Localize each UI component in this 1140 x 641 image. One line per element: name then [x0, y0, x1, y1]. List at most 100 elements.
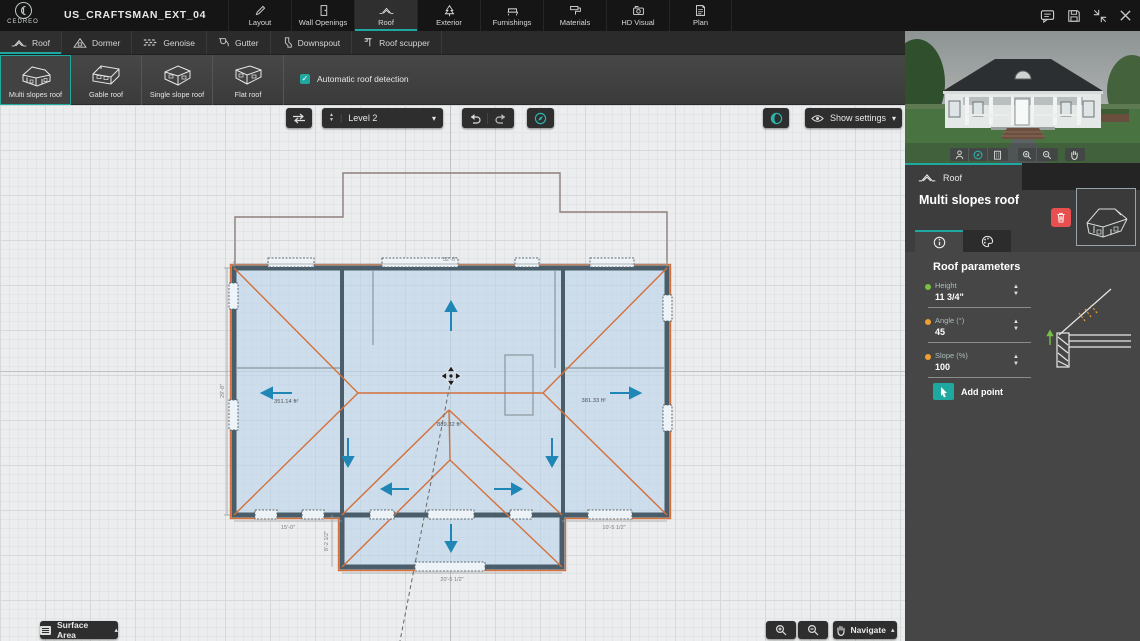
- feedback-icon[interactable]: [1040, 9, 1055, 23]
- tool-tab-label: Roof scupper: [379, 37, 430, 48]
- roof-icon: [11, 38, 27, 48]
- tool-tab-roof[interactable]: Roof: [0, 31, 62, 54]
- level-stepper[interactable]: ▲ ▼: [329, 113, 334, 123]
- window-controls: [1040, 0, 1132, 31]
- tool-tab-genoise[interactable]: Genoise: [132, 31, 207, 54]
- tab-wall-openings[interactable]: Wall Openings: [291, 0, 354, 31]
- paint-roller-icon: [569, 4, 582, 17]
- tab-label: Furnishings: [492, 18, 532, 27]
- angle-underline: [928, 342, 1031, 343]
- tab-hd-visual[interactable]: HD Visual: [606, 0, 669, 31]
- eye-icon: [811, 114, 824, 123]
- plan-canvas[interactable]: 351.14 ft² 889.32 ft² 381.33 ft² 52'-0" …: [0, 105, 905, 641]
- auto-roof-detection-label: Automatic roof detection: [317, 74, 409, 84]
- info-icon: [933, 236, 946, 249]
- height-value[interactable]: 11 3/4": [935, 292, 964, 302]
- tool-tab-gutter[interactable]: Gutter: [207, 31, 271, 54]
- zoom-in-icon[interactable]: [1018, 148, 1037, 161]
- app-logo[interactable]: CEDREO: [0, 0, 46, 31]
- list-icon: [40, 625, 51, 635]
- height-status-dot: [925, 284, 931, 290]
- preview-controls-left: [950, 148, 1008, 161]
- roof-type-flat[interactable]: Flat roof: [213, 55, 284, 105]
- tool-tab-label: Dormer: [91, 37, 121, 48]
- chevron-down-icon: ▾: [431, 113, 436, 123]
- roof-scupper-icon: [363, 37, 374, 48]
- panel-tab-roof[interactable]: Roof: [905, 163, 1022, 190]
- tab-plan[interactable]: Plan: [669, 0, 732, 31]
- auto-roof-detection: ✓ Automatic roof detection: [300, 74, 409, 84]
- zoom-out-button[interactable]: [798, 621, 828, 639]
- zoom-in-button[interactable]: [766, 621, 796, 639]
- roof-type-single-slope[interactable]: Single slope roof: [142, 55, 213, 105]
- surface-area-button[interactable]: Surface Area ▴: [40, 620, 118, 640]
- add-point-button[interactable]: [933, 383, 954, 400]
- subtab-info[interactable]: [915, 230, 963, 252]
- compass-button[interactable]: [527, 108, 554, 128]
- navigate-button[interactable]: Navigate ▴: [833, 621, 897, 639]
- right-panel: Roof Multi slopes roof Roof parameters H…: [905, 31, 1140, 641]
- height-stepper[interactable]: ▲ ▼: [1010, 284, 1022, 297]
- gutter-icon: [218, 37, 230, 48]
- angle-value[interactable]: 45: [935, 327, 945, 337]
- roof-type-gable[interactable]: Gable roof: [71, 55, 142, 105]
- tab-label: Wall Openings: [298, 18, 348, 27]
- tab-label: Layout: [248, 18, 272, 27]
- close-icon[interactable]: [1119, 9, 1132, 22]
- 3d-preview[interactable]: [905, 31, 1140, 163]
- plan-icon: [694, 4, 707, 17]
- auto-roof-detection-checkbox[interactable]: ✓: [300, 74, 310, 84]
- genoise-icon: [143, 38, 158, 47]
- pencil-icon: [254, 4, 267, 17]
- show-settings-button[interactable]: Show settings ▾: [805, 108, 902, 128]
- tab-furnishings[interactable]: Furnishings: [480, 0, 543, 31]
- tab-label: Plan: [692, 18, 708, 27]
- undo-button[interactable]: [462, 112, 488, 124]
- center-area-label: 889.32 ft²: [437, 422, 462, 428]
- compass-icon[interactable]: [969, 148, 988, 161]
- dim-extension-width: 20'-5 1/2": [440, 577, 463, 583]
- dim-bottom-right: 10'-5 1/2": [602, 525, 625, 531]
- building-icon[interactable]: [988, 148, 1007, 161]
- door-icon: [317, 4, 330, 17]
- subtab-materials[interactable]: [963, 230, 1011, 252]
- chevron-down-icon: ▾: [892, 113, 897, 123]
- roof-type-label: Single slope roof: [149, 89, 205, 99]
- left-area-label: 351.14 ft²: [274, 399, 299, 405]
- add-point-label: Add point: [961, 387, 1003, 397]
- roof-type-multi-slopes[interactable]: Multi slopes roof: [0, 55, 71, 105]
- tab-materials[interactable]: Materials: [543, 0, 606, 31]
- tab-exterior[interactable]: Exterior: [417, 0, 480, 31]
- level-selector[interactable]: ▲ ▼ | Level 2 ▾: [322, 108, 443, 128]
- zoom-out-icon[interactable]: [1037, 148, 1056, 161]
- tool-tab-downspout[interactable]: Downspout: [271, 31, 353, 54]
- slope-stepper[interactable]: ▲ ▼: [1010, 354, 1022, 367]
- collapse-icon[interactable]: [1093, 9, 1107, 23]
- roof-icon: [379, 4, 394, 17]
- tab-layout[interactable]: Layout: [228, 0, 291, 31]
- orientation-button[interactable]: [763, 108, 789, 128]
- tab-label: Roof: [378, 18, 394, 27]
- tab-roof[interactable]: Roof: [354, 0, 417, 31]
- switch-view-button[interactable]: [286, 108, 312, 128]
- tool-tab-dormer[interactable]: Dormer: [62, 31, 133, 54]
- delete-roof-button[interactable]: [1051, 208, 1071, 227]
- tool-tab-roof-scupper[interactable]: Roof scupper: [352, 31, 442, 54]
- roof-plan-drawing: 351.14 ft² 889.32 ft² 381.33 ft² 52'-0" …: [0, 105, 905, 641]
- right-area-label: 381.33 ft²: [582, 398, 607, 404]
- project-title: US_CRAFTSMAN_EXT_04: [63, 9, 207, 21]
- dormer-icon: [73, 37, 87, 48]
- dim-extension-height: 8'-2 1/2": [324, 531, 330, 551]
- slope-status-dot: [925, 354, 931, 360]
- pan-hand-icon[interactable]: [1065, 148, 1084, 161]
- angle-stepper[interactable]: ▲ ▼: [1010, 319, 1022, 332]
- roof-thumbnail[interactable]: [1076, 188, 1136, 246]
- slope-value[interactable]: 100: [935, 362, 950, 372]
- height-underline: [928, 307, 1031, 308]
- user-view-icon[interactable]: [950, 148, 969, 161]
- save-icon[interactable]: [1067, 9, 1081, 23]
- redo-button[interactable]: [488, 113, 514, 124]
- height-label: Height: [935, 281, 957, 290]
- dim-top: 52'-0": [443, 257, 457, 263]
- cedreo-app: CEDREO US_CRAFTSMAN_EXT_04 Layout Wall O…: [0, 0, 1140, 641]
